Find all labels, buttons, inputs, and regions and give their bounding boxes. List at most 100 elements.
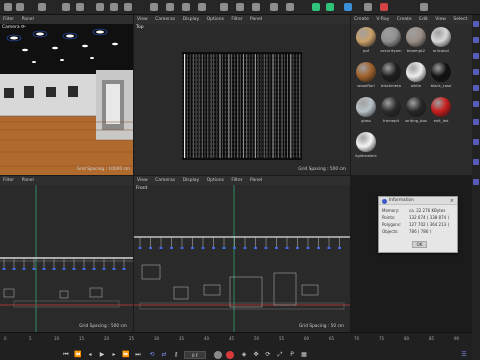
record-icon[interactable] bbox=[226, 351, 234, 359]
scale-key-icon[interactable]: ⤢ bbox=[276, 351, 284, 359]
camera-label[interactable]: Camera ⟳· bbox=[2, 25, 26, 30]
close-icon[interactable]: × bbox=[450, 197, 454, 205]
play-icon[interactable]: ▶ bbox=[98, 351, 106, 359]
attributes-tab-icon[interactable] bbox=[473, 101, 479, 107]
menu-create[interactable]: Create bbox=[354, 17, 369, 22]
go-to-start-icon[interactable]: ⏮ bbox=[62, 351, 70, 359]
field-icon[interactable] bbox=[312, 3, 320, 11]
lock-tab-icon[interactable] bbox=[473, 159, 479, 165]
misc-icon[interactable] bbox=[420, 3, 428, 11]
subdivision-icon[interactable] bbox=[252, 3, 260, 11]
content-tab-icon[interactable] bbox=[473, 53, 479, 59]
perspective-viewport[interactable]: Filter Panel Camera ⟳· Grid Spacing: 10… bbox=[0, 15, 133, 175]
menu-cameras[interactable]: Cameras bbox=[155, 178, 175, 183]
timeline-ruler[interactable]: 0 5 10 15 20 25 30 35 40 45 50 55 60 65 70 75 80 85 90 bbox=[0, 336, 472, 344]
camera-icon[interactable] bbox=[344, 3, 352, 11]
menu-panel[interactable]: Panel bbox=[22, 178, 34, 183]
material-swatch[interactable]: frameplt bbox=[379, 97, 403, 123]
tag-icon-2[interactable] bbox=[380, 3, 388, 11]
redo-icon[interactable] bbox=[16, 3, 24, 11]
menu-select[interactable]: Select bbox=[453, 17, 467, 22]
coordinates-tab-icon[interactable] bbox=[473, 119, 479, 125]
tag-icon[interactable] bbox=[150, 3, 158, 11]
floor-icon[interactable] bbox=[326, 3, 334, 11]
front-viewport[interactable]: View Cameras Display Options Filter Pane… bbox=[134, 176, 350, 332]
render-icon[interactable] bbox=[182, 3, 190, 11]
layers-tab-icon[interactable] bbox=[473, 69, 479, 75]
menu-display[interactable]: Display bbox=[183, 17, 200, 22]
menu-filter[interactable]: Filter bbox=[3, 17, 14, 22]
loop-icon[interactable]: ⟲ bbox=[148, 351, 156, 359]
light-icon[interactable] bbox=[364, 3, 372, 11]
link-tab-icon[interactable] bbox=[473, 179, 479, 185]
menu-filter[interactable]: Filter bbox=[231, 178, 242, 183]
next-frame-icon[interactable]: ▸ bbox=[110, 351, 118, 359]
param-key-icon[interactable]: P bbox=[288, 351, 296, 359]
menu-panel[interactable]: Panel bbox=[22, 17, 34, 22]
array-icon[interactable] bbox=[270, 3, 278, 11]
ok-button[interactable]: OK bbox=[412, 241, 427, 248]
menu-filter[interactable]: Filter bbox=[3, 178, 14, 183]
bounce-icon[interactable]: ⇄ bbox=[160, 351, 168, 359]
material-swatch[interactable]: writing_box bbox=[404, 97, 428, 123]
left-viewport[interactable]: Filter Panel Grid Spacing : 500 cm bbox=[0, 176, 133, 332]
menu-panel[interactable]: Panel bbox=[250, 17, 262, 22]
rotate-icon[interactable] bbox=[96, 3, 104, 11]
undo-icon[interactable] bbox=[4, 3, 12, 11]
top-viewport[interactable]: View Cameras Display Options Filter Pane… bbox=[134, 15, 350, 175]
keyframe-selection-icon[interactable]: ◈ bbox=[240, 351, 248, 359]
timeline-settings-icon[interactable]: ☰ bbox=[460, 351, 468, 359]
menu-view[interactable]: View bbox=[435, 17, 446, 22]
menu-options[interactable]: Options bbox=[207, 17, 224, 22]
material-swatch[interactable]: lightmaterc bbox=[354, 132, 378, 158]
position-key-icon[interactable]: ✥ bbox=[252, 351, 260, 359]
material-swatch[interactable]: woodflori bbox=[354, 62, 378, 88]
material-swatch[interactable]: bloempt2 bbox=[404, 27, 428, 53]
material-swatch[interactable]: pof bbox=[354, 27, 378, 53]
deformer-icon[interactable] bbox=[286, 3, 294, 11]
material-swatch[interactable]: securityam bbox=[379, 27, 403, 53]
material-swatch[interactable]: glass bbox=[354, 97, 378, 123]
material-swatch[interactable]: arlicolari bbox=[429, 27, 453, 53]
model-icon[interactable] bbox=[110, 3, 118, 11]
info-titlebar[interactable]: Information × bbox=[379, 197, 457, 205]
menu-filter[interactable]: Filter bbox=[231, 17, 242, 22]
select-icon[interactable] bbox=[38, 3, 46, 11]
axis-icon[interactable] bbox=[124, 3, 132, 11]
material-swatch[interactable]: exit_led bbox=[429, 97, 453, 123]
autokey-icon[interactable] bbox=[214, 351, 222, 359]
menu-options[interactable]: Options bbox=[207, 178, 224, 183]
objects-tab-icon[interactable] bbox=[473, 21, 479, 27]
material-swatch[interactable]: blackmeta bbox=[379, 62, 403, 88]
plan-stripe bbox=[284, 54, 285, 158]
move-icon[interactable] bbox=[62, 3, 70, 11]
structure-tab-icon[interactable] bbox=[473, 85, 479, 91]
menu-vray[interactable]: V-Ray bbox=[376, 17, 389, 22]
rotation-key-icon[interactable]: ⟳ bbox=[264, 351, 272, 359]
pla-key-icon[interactable]: ▦ bbox=[300, 351, 308, 359]
cube-icon[interactable] bbox=[220, 3, 228, 11]
menu-display[interactable]: Display bbox=[183, 178, 200, 183]
go-to-end-icon[interactable]: ⏭ bbox=[134, 351, 142, 359]
previous-frame-icon[interactable]: ◂ bbox=[86, 351, 94, 359]
menu-panel[interactable]: Panel bbox=[250, 178, 262, 183]
menu-create-2[interactable]: Create bbox=[397, 17, 412, 22]
menu-view[interactable]: View bbox=[137, 17, 148, 22]
menu-view[interactable]: View bbox=[137, 178, 148, 183]
render-tab-icon[interactable] bbox=[473, 139, 479, 145]
menu-cameras[interactable]: Cameras bbox=[155, 17, 175, 22]
material-swatch[interactable]: white bbox=[404, 62, 428, 88]
key-icon[interactable]: ⚷ bbox=[172, 351, 180, 359]
menu-edit[interactable]: Edit bbox=[419, 17, 428, 22]
material-swatch[interactable]: black_case bbox=[429, 62, 453, 88]
scale-icon[interactable] bbox=[76, 3, 84, 11]
light-fixture bbox=[306, 247, 310, 249]
current-frame-field[interactable]: 0 F bbox=[184, 351, 206, 359]
next-key-icon[interactable]: ⏩ bbox=[122, 351, 130, 359]
takes-tab-icon[interactable] bbox=[473, 37, 479, 43]
previous-key-icon[interactable]: ⏪ bbox=[74, 351, 82, 359]
render-settings-icon[interactable] bbox=[198, 3, 206, 11]
pen-icon[interactable] bbox=[236, 3, 244, 11]
render-view-icon[interactable] bbox=[166, 3, 174, 11]
perspective-render bbox=[0, 24, 133, 175]
